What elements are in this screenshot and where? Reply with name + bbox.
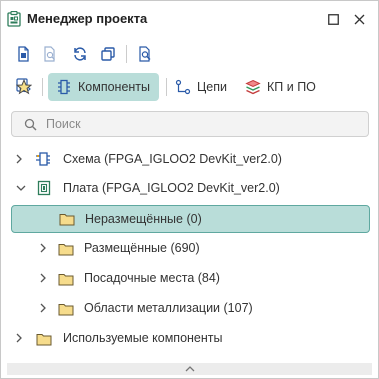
search-icon	[24, 118, 37, 136]
chevron-right-icon[interactable]	[37, 272, 49, 284]
copy-windows-icon	[101, 47, 115, 61]
tabs-row: Компоненты Цепи КП и ПО	[1, 72, 378, 102]
tab-nets-label: Цепи	[197, 80, 227, 94]
tree-item-label: Схема (FPGA_IGLOO2 DevKit_ver2.0)	[63, 152, 282, 166]
tree-item-label: Плата (FPGA_IGLOO2 DevKit_ver2.0)	[63, 181, 280, 195]
tab-pads-vias-label: КП и ПО	[267, 80, 316, 94]
chevron-right-icon[interactable]	[37, 242, 49, 254]
search-document-icon	[139, 46, 151, 62]
tabs-separator	[166, 78, 167, 96]
folder-icon	[57, 301, 75, 317]
chevron-down-icon[interactable]	[15, 182, 27, 194]
tree-item-label: Размещённые (690)	[84, 241, 200, 255]
filter-document-icon	[44, 46, 55, 62]
panel-title: Менеджер проекта	[27, 11, 148, 26]
tree-item-footprints[interactable]: Посадочные места (84)	[1, 264, 378, 292]
folder-icon	[57, 241, 75, 257]
component-icon	[58, 79, 70, 95]
toolbar	[1, 43, 378, 69]
collapse-panel-button[interactable]	[7, 363, 372, 375]
tree-item-schematic[interactable]: Схема (FPGA_IGLOO2 DevKit_ver2.0)	[1, 145, 378, 173]
refresh-icon	[74, 47, 86, 61]
close-button[interactable]	[351, 11, 367, 27]
star-icon	[16, 79, 32, 95]
chevron-up-icon	[185, 366, 194, 372]
tree-item-used-components[interactable]: Используемые компоненты	[1, 324, 378, 352]
tree-item-label: Посадочные места (84)	[84, 271, 220, 285]
toolbar-separator	[126, 45, 127, 63]
chevron-right-icon[interactable]	[13, 153, 25, 165]
title-bar: Менеджер проекта	[1, 1, 378, 37]
maximize-icon	[327, 13, 339, 25]
tab-pads-vias[interactable]: КП и ПО	[245, 73, 325, 101]
add-document-icon	[18, 46, 29, 62]
tab-components-label: Компоненты	[78, 80, 151, 94]
tree-item-placed[interactable]: Размещённые (690)	[1, 234, 378, 262]
layers-icon	[245, 79, 261, 95]
add-document-button[interactable]	[13, 43, 35, 65]
tabs-separator	[42, 78, 43, 96]
close-icon	[354, 14, 364, 24]
project-manager-panel: Менеджер проекта Компоненты Цепи КП и ПО…	[0, 0, 379, 379]
board-icon	[35, 180, 53, 196]
net-icon	[175, 79, 191, 95]
copy-windows-button[interactable]	[97, 43, 119, 65]
schematic-icon	[34, 151, 52, 167]
tab-favorites[interactable]	[13, 73, 35, 101]
tree-item-label: Области металлизации (107)	[84, 301, 253, 315]
maximize-button[interactable]	[325, 11, 341, 27]
tree-item-label: Используемые компоненты	[63, 331, 223, 345]
refresh-button[interactable]	[69, 43, 91, 65]
tree-item-board[interactable]: Плата (FPGA_IGLOO2 DevKit_ver2.0)	[1, 174, 378, 202]
chevron-right-icon[interactable]	[13, 332, 25, 344]
tab-nets[interactable]: Цепи	[175, 73, 235, 101]
tree-item-label: Неразмещённые (0)	[85, 212, 202, 226]
folder-icon	[57, 271, 75, 287]
filter-document-button[interactable]	[39, 43, 61, 65]
chevron-right-icon[interactable]	[37, 302, 49, 314]
folder-icon	[58, 211, 76, 227]
tree-item-copper-areas[interactable]: Области металлизации (107)	[1, 294, 378, 322]
folder-icon	[35, 331, 53, 347]
tab-components[interactable]: Компоненты	[48, 73, 159, 101]
project-manager-icon	[7, 10, 21, 27]
search-input[interactable]	[46, 115, 356, 133]
search-box	[11, 111, 369, 137]
search-document-button[interactable]	[134, 43, 156, 65]
tree-item-unplaced[interactable]: Неразмещённые (0)	[11, 205, 370, 233]
